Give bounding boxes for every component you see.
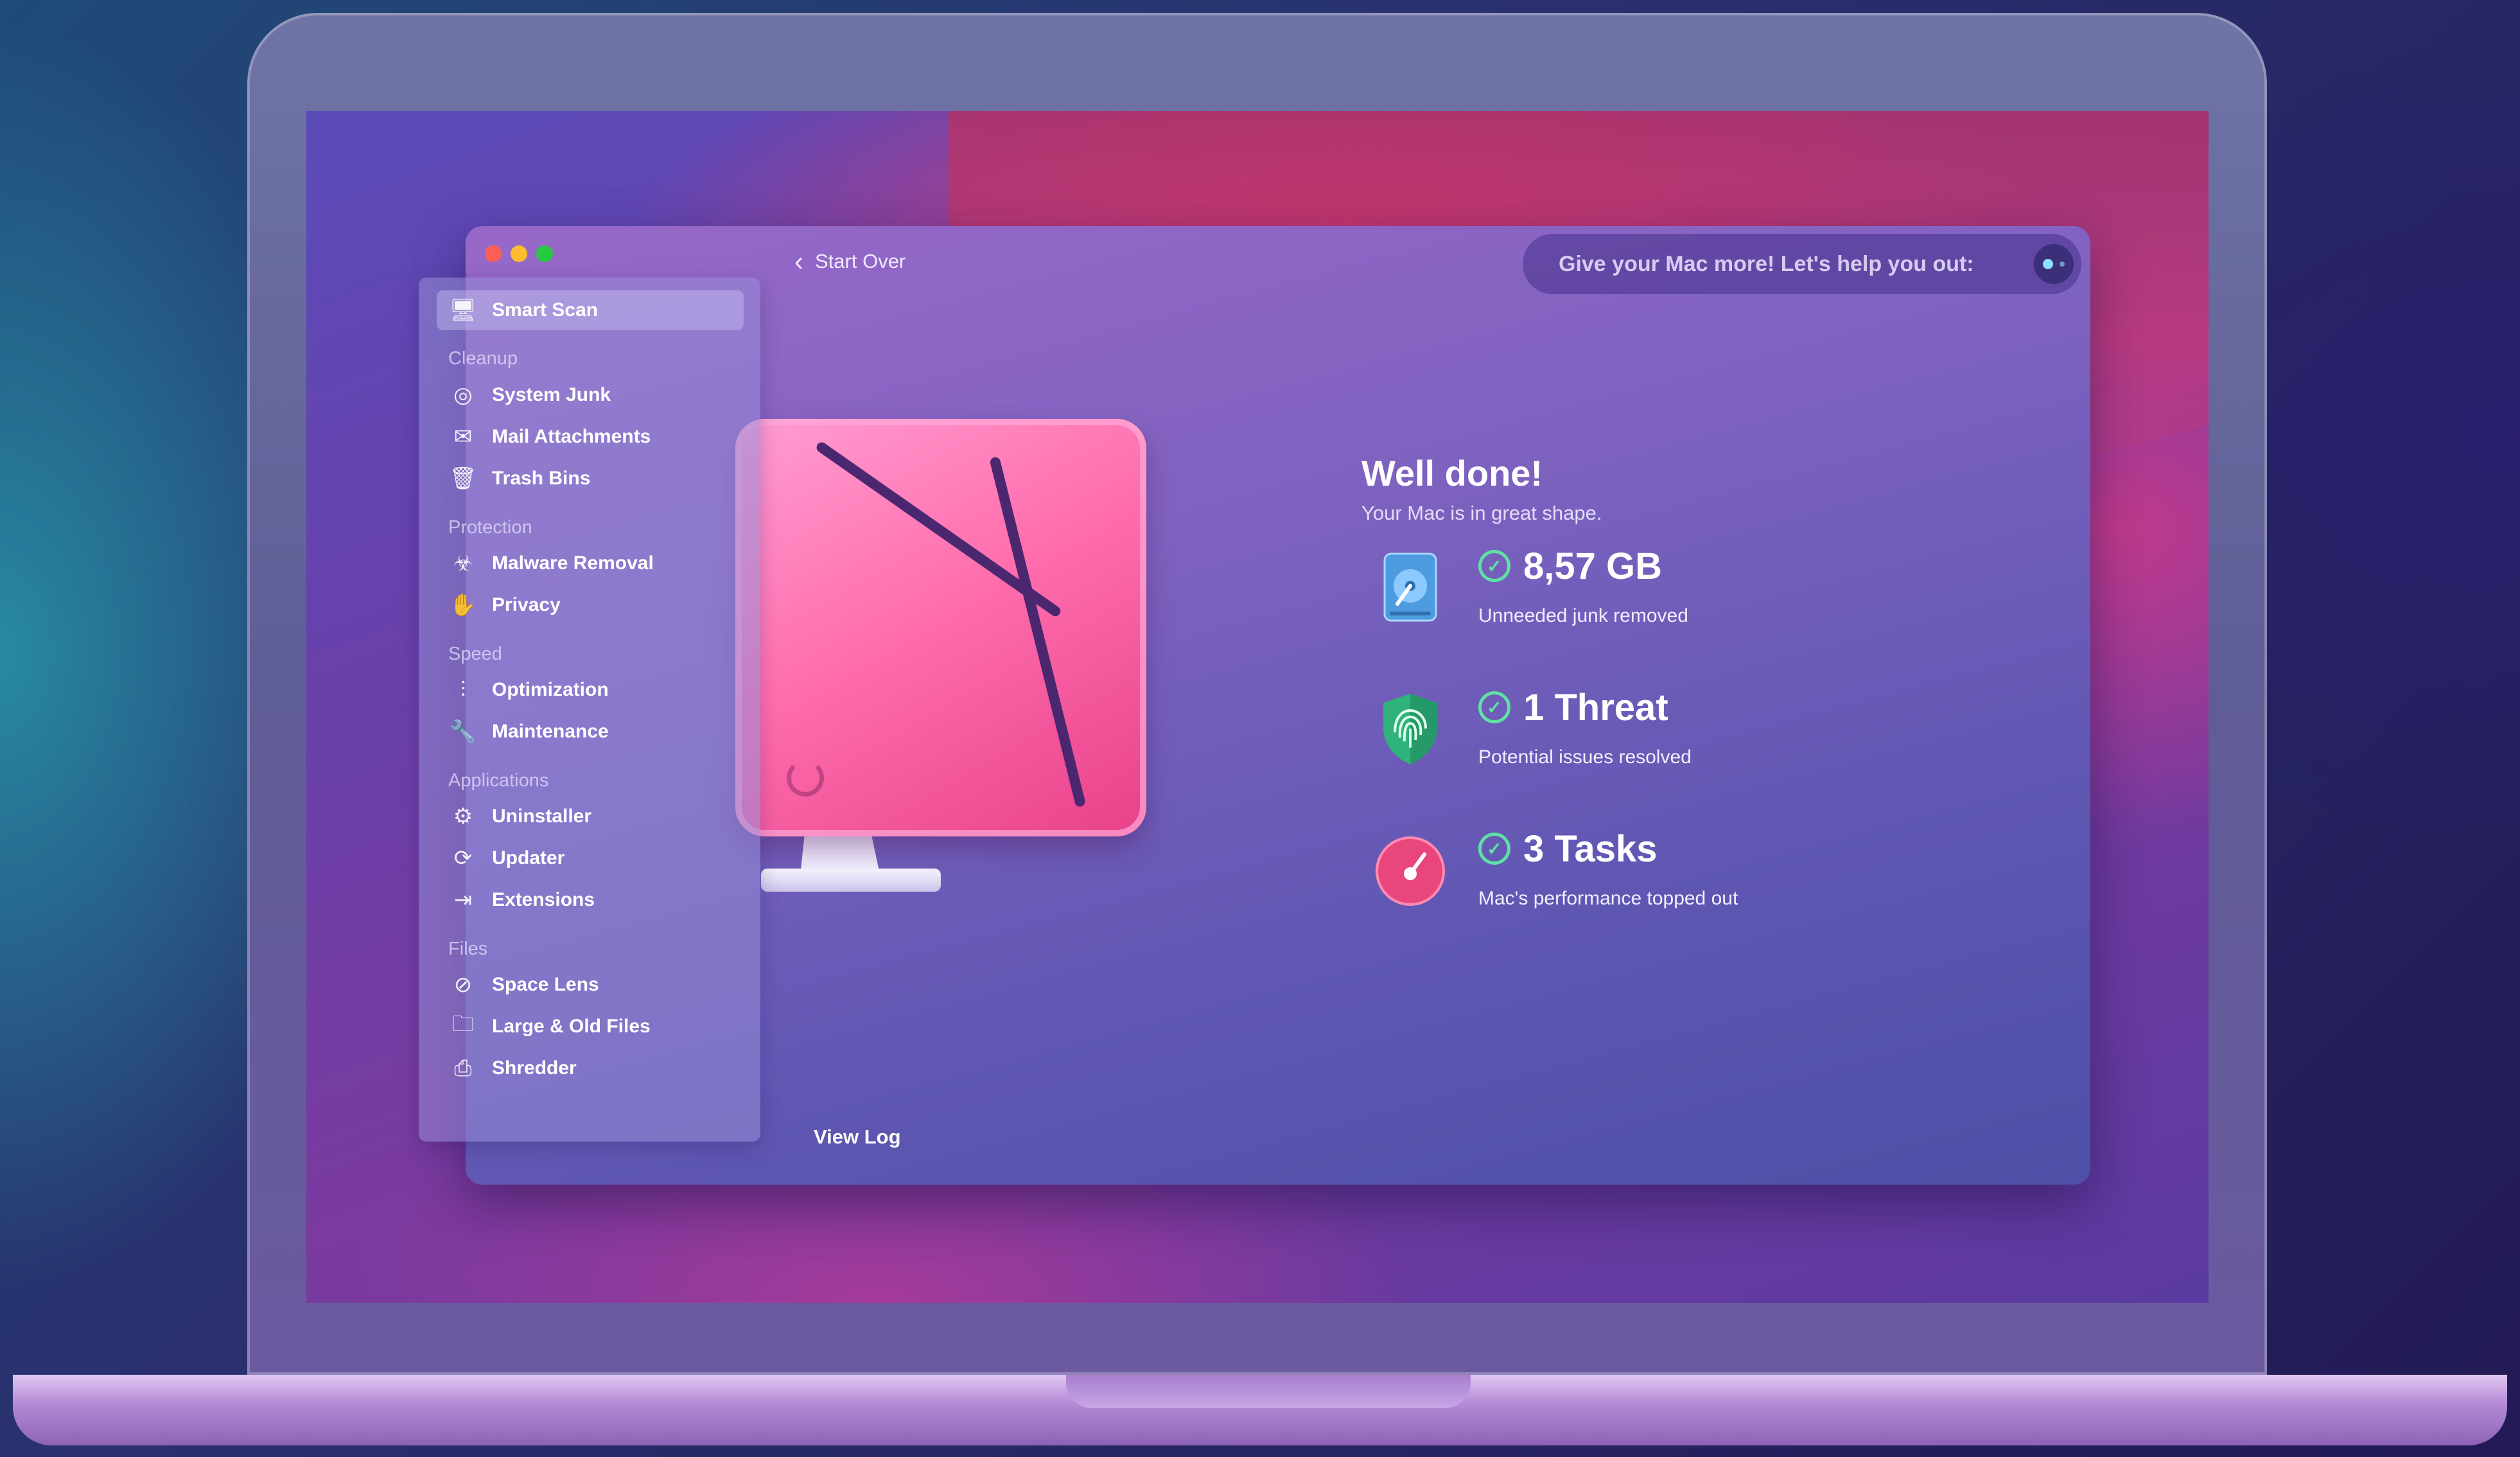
sidebar-item-optimization[interactable]: ⫶ Optimization [437, 670, 744, 710]
sidebar-item-label: System Junk [492, 384, 611, 405]
stat-value: 3 Tasks [1523, 828, 1658, 870]
window-minimize-button[interactable] [511, 245, 527, 262]
laptop-notch [1066, 1375, 1471, 1408]
start-over-label: Start Over [815, 250, 906, 272]
extensions-icon: ⇥ [453, 888, 473, 912]
spinner-icon [787, 759, 824, 797]
sidebar-item-label: Trash Bins [492, 468, 591, 489]
sidebar-item-label: Shredder [492, 1057, 577, 1079]
uninstaller-icon: ⚙ [453, 804, 473, 829]
wrench-icon: 🔧 [449, 720, 477, 744]
sidebar: 🖥 Smart Scan Cleanup ◎ System Junk ✉ Mai… [419, 278, 760, 1142]
sidebar-item-label: Extensions [492, 889, 595, 910]
sidebar-item-mail-attachments[interactable]: ✉ Mail Attachments [437, 417, 744, 457]
sidebar-item-label: Large & Old Files [492, 1016, 651, 1037]
results-title: Well done! [1361, 453, 1543, 493]
hand-icon: ✋ [449, 593, 477, 617]
sweep-line-icon [814, 440, 1063, 619]
window-close-button[interactable] [485, 245, 502, 262]
shredder-icon: ⎙ [454, 1055, 472, 1081]
stat-caption: Unneeded junk removed [1478, 605, 1688, 626]
stat-tasks: ✓ 3 Tasks Mac's performance topped out [1361, 828, 2004, 934]
sidebar-item-privacy[interactable]: ✋ Privacy [437, 585, 744, 625]
sliders-icon: ⫶ [460, 677, 466, 702]
smart-scan-icon: 🖥 [449, 298, 477, 322]
sidebar-item-updater[interactable]: ⟳ Updater [437, 838, 744, 878]
sidebar-item-label: Uninstaller [492, 806, 592, 827]
section-applications: Applications [448, 770, 549, 791]
sidebar-item-label: Optimization [492, 679, 609, 700]
sidebar-item-trash-bins[interactable]: 🗑 Trash Bins [437, 459, 744, 499]
promo-text: Give your Mac more! Let's help you out: [1559, 251, 1974, 276]
envelope-icon: ✉ [453, 425, 473, 449]
start-over-button[interactable]: ‹ Start Over [794, 248, 906, 275]
trash-icon: 🗑 [449, 466, 477, 491]
stat-threat: ✓ 1 Threat Potential issues resolved [1361, 687, 2004, 793]
stat-value: 1 Threat [1523, 687, 1668, 728]
system-junk-icon: ◎ [453, 383, 473, 407]
sidebar-item-shredder[interactable]: ⎙ Shredder [437, 1048, 744, 1088]
sidebar-item-label: Privacy [492, 594, 561, 615]
folder-icon: 🗀 [452, 1011, 474, 1036]
sidebar-item-smart-scan[interactable]: 🖥 Smart Scan [437, 290, 744, 330]
stat-value: 8,57 GB [1523, 545, 1662, 587]
section-protection: Protection [448, 517, 532, 538]
view-log-link[interactable]: View Log [814, 1126, 901, 1149]
stat-caption: Mac's performance topped out [1478, 888, 1738, 909]
check-icon: ✓ [1478, 691, 1510, 723]
section-cleanup: Cleanup [448, 348, 518, 369]
section-speed: Speed [448, 644, 502, 664]
laptop-base [13, 1375, 2507, 1445]
sidebar-item-uninstaller[interactable]: ⚙ Uninstaller [437, 797, 744, 836]
sidebar-item-maintenance[interactable]: 🔧 Maintenance [437, 712, 744, 752]
monitor-stand-foot [761, 869, 941, 892]
lens-icon: ⊘ [453, 973, 473, 997]
sidebar-item-label: Mail Attachments [492, 426, 651, 447]
sidebar-item-label: Maintenance [492, 721, 609, 742]
sidebar-item-label: Updater [492, 847, 565, 869]
speedometer-icon [1376, 836, 1445, 906]
sweep-line-icon [989, 456, 1087, 808]
window-zoom-button[interactable] [536, 245, 553, 262]
check-icon: ✓ [1478, 833, 1510, 865]
promo-banner[interactable]: Give your Mac more! Let's help you out: [1523, 234, 2081, 294]
sidebar-item-label: Space Lens [492, 974, 599, 995]
monitor-icon [735, 419, 1146, 836]
shield-fingerprint-icon [1383, 694, 1437, 764]
section-files: Files [448, 939, 488, 959]
stat-junk: ✓ 8,57 GB Unneeded junk removed [1361, 545, 2004, 651]
biohazard-icon: ☣ [453, 551, 473, 576]
sidebar-item-space-lens[interactable]: ⊘ Space Lens [437, 965, 744, 1005]
cleanmymac-illustration [735, 412, 1172, 939]
sidebar-item-label: Malware Removal [492, 552, 654, 574]
sidebar-item-system-junk[interactable]: ◎ System Junk [437, 375, 744, 415]
results-panel: Well done! Your Mac is in great shape. ✓… [1361, 452, 2004, 909]
chevron-left-icon: ‹ [794, 246, 803, 276]
assistant-icon[interactable] [2034, 244, 2074, 284]
sidebar-item-large-old-files[interactable]: 🗀 Large & Old Files [437, 1007, 744, 1046]
sidebar-item-extensions[interactable]: ⇥ Extensions [437, 880, 744, 920]
sidebar-item-label: Smart Scan [492, 299, 599, 321]
sidebar-item-malware-removal[interactable]: ☣ Malware Removal [437, 543, 744, 583]
updater-icon: ⟳ [453, 846, 473, 870]
results-subtitle: Your Mac is in great shape. [1361, 502, 1602, 524]
stat-caption: Potential issues resolved [1478, 746, 1692, 768]
check-icon: ✓ [1478, 550, 1510, 582]
hard-drive-icon [1383, 552, 1437, 622]
